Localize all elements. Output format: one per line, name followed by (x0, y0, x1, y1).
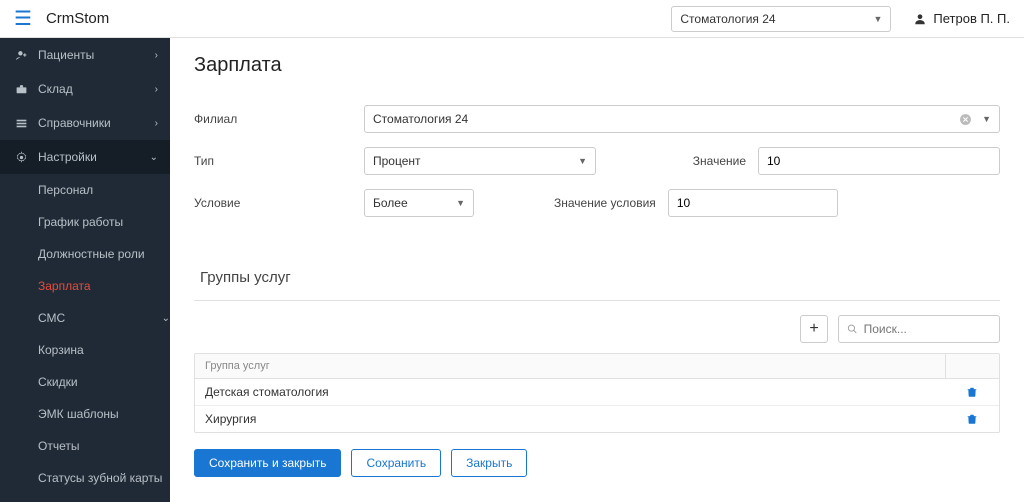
chevron-down-icon: ⌄ (162, 313, 170, 324)
sidebar-sub-discounts[interactable]: Скидки (0, 366, 170, 398)
value-label: Значение (693, 154, 746, 168)
sidebar-item-label: Склад (38, 82, 73, 96)
trash-icon (966, 386, 978, 398)
table-row: Хирургия (195, 406, 999, 432)
value-field[interactable] (767, 154, 991, 168)
search-icon (847, 323, 858, 335)
sidebar-sub-salary[interactable]: Зарплата (0, 270, 170, 302)
user-block[interactable]: Петров П. П. (913, 11, 1010, 26)
page-title: Зарплата (194, 54, 1000, 77)
sidebar-item-label: Пациенты (38, 48, 94, 62)
sidebar-sub-schedule[interactable]: График работы (0, 206, 170, 238)
section-title: Группы услуг (200, 269, 1000, 286)
row-name: Детская стоматология (195, 379, 945, 405)
table-row: Детская стоматология (195, 379, 999, 406)
user-add-icon (12, 49, 30, 62)
org-selector[interactable]: Стоматология 24 ▼ (671, 6, 891, 32)
type-label: Тип (194, 154, 364, 168)
save-button[interactable]: Сохранить (351, 449, 441, 477)
condition-label: Условие (194, 196, 364, 210)
condition-select[interactable]: Более ▼ (364, 189, 474, 217)
search-field[interactable] (864, 322, 991, 336)
caret-down-icon: ▼ (578, 156, 587, 166)
briefcase-icon (12, 83, 30, 96)
sidebar-sub-tooth-statuses[interactable]: Статусы зубной карты (0, 462, 170, 494)
sidebar-sub-emr-templates[interactable]: ЭМК шаблоны (0, 398, 170, 430)
cond-value-field[interactable] (677, 196, 829, 210)
sidebar-item-label: Настройки (38, 150, 97, 164)
sidebar-sub-reports[interactable]: Отчеты (0, 430, 170, 462)
caret-down-icon: ▼ (456, 198, 465, 208)
branch-select[interactable]: Стоматология 24 ▼ (364, 105, 1000, 133)
type-select[interactable]: Процент ▼ (364, 147, 596, 175)
user-icon (913, 12, 927, 26)
delete-button[interactable] (945, 406, 999, 432)
cond-value-input[interactable] (668, 189, 838, 217)
user-name: Петров П. П. (933, 11, 1010, 26)
org-selector-value: Стоматология 24 (680, 12, 775, 26)
cond-value-label: Значение условия (554, 196, 656, 210)
sidebar-item-label: Справочники (38, 116, 111, 130)
sidebar-item-patients[interactable]: Пациенты › (0, 38, 170, 72)
column-header: Группа услуг (195, 354, 945, 378)
clear-icon[interactable] (959, 113, 972, 126)
list-icon (12, 117, 30, 130)
condition-value: Более (373, 196, 408, 210)
trash-icon (966, 413, 978, 425)
delete-button[interactable] (945, 379, 999, 405)
branch-value: Стоматология 24 (373, 112, 468, 126)
menu-toggle-icon[interactable]: ☰ (14, 6, 32, 31)
sidebar-item-stock[interactable]: Склад › (0, 72, 170, 106)
chevron-right-icon: › (155, 84, 158, 95)
service-groups-table: Группа услуг Детская стоматология Хирург… (194, 353, 1000, 433)
chevron-down-icon: ⌄ (150, 152, 158, 163)
chevron-right-icon: › (155, 50, 158, 61)
search-input[interactable] (838, 315, 1000, 343)
topbar: ☰ CrmStom Стоматология 24 ▼ Петров П. П. (0, 0, 1024, 38)
close-button[interactable]: Закрыть (451, 449, 527, 477)
branch-label: Филиал (194, 112, 364, 126)
sidebar-sub-roles[interactable]: Должностные роли (0, 238, 170, 270)
type-value: Процент (373, 154, 421, 168)
value-input[interactable] (758, 147, 1000, 175)
add-button[interactable]: + (800, 315, 828, 343)
sidebar-sub-personnel[interactable]: Персонал (0, 174, 170, 206)
brand-title: CrmStom (46, 10, 109, 27)
sidebar: Пациенты › Склад › Справочники › Настрой… (0, 38, 170, 502)
main-content: Зарплата Филиал Стоматология 24 ▼ Тип Пр… (170, 38, 1024, 502)
caret-down-icon: ▼ (873, 14, 882, 24)
save-close-button[interactable]: Сохранить и закрыть (194, 449, 341, 477)
chevron-right-icon: › (155, 118, 158, 129)
sidebar-sub-trash[interactable]: Корзина (0, 334, 170, 366)
sidebar-sub-sms[interactable]: СМС⌄ (0, 302, 170, 334)
sidebar-item-catalogs[interactable]: Справочники › (0, 106, 170, 140)
caret-down-icon: ▼ (982, 114, 991, 124)
plus-icon: + (809, 320, 818, 338)
sidebar-item-settings[interactable]: Настройки ⌄ (0, 140, 170, 174)
row-name: Хирургия (195, 406, 945, 432)
gear-icon (12, 151, 30, 164)
